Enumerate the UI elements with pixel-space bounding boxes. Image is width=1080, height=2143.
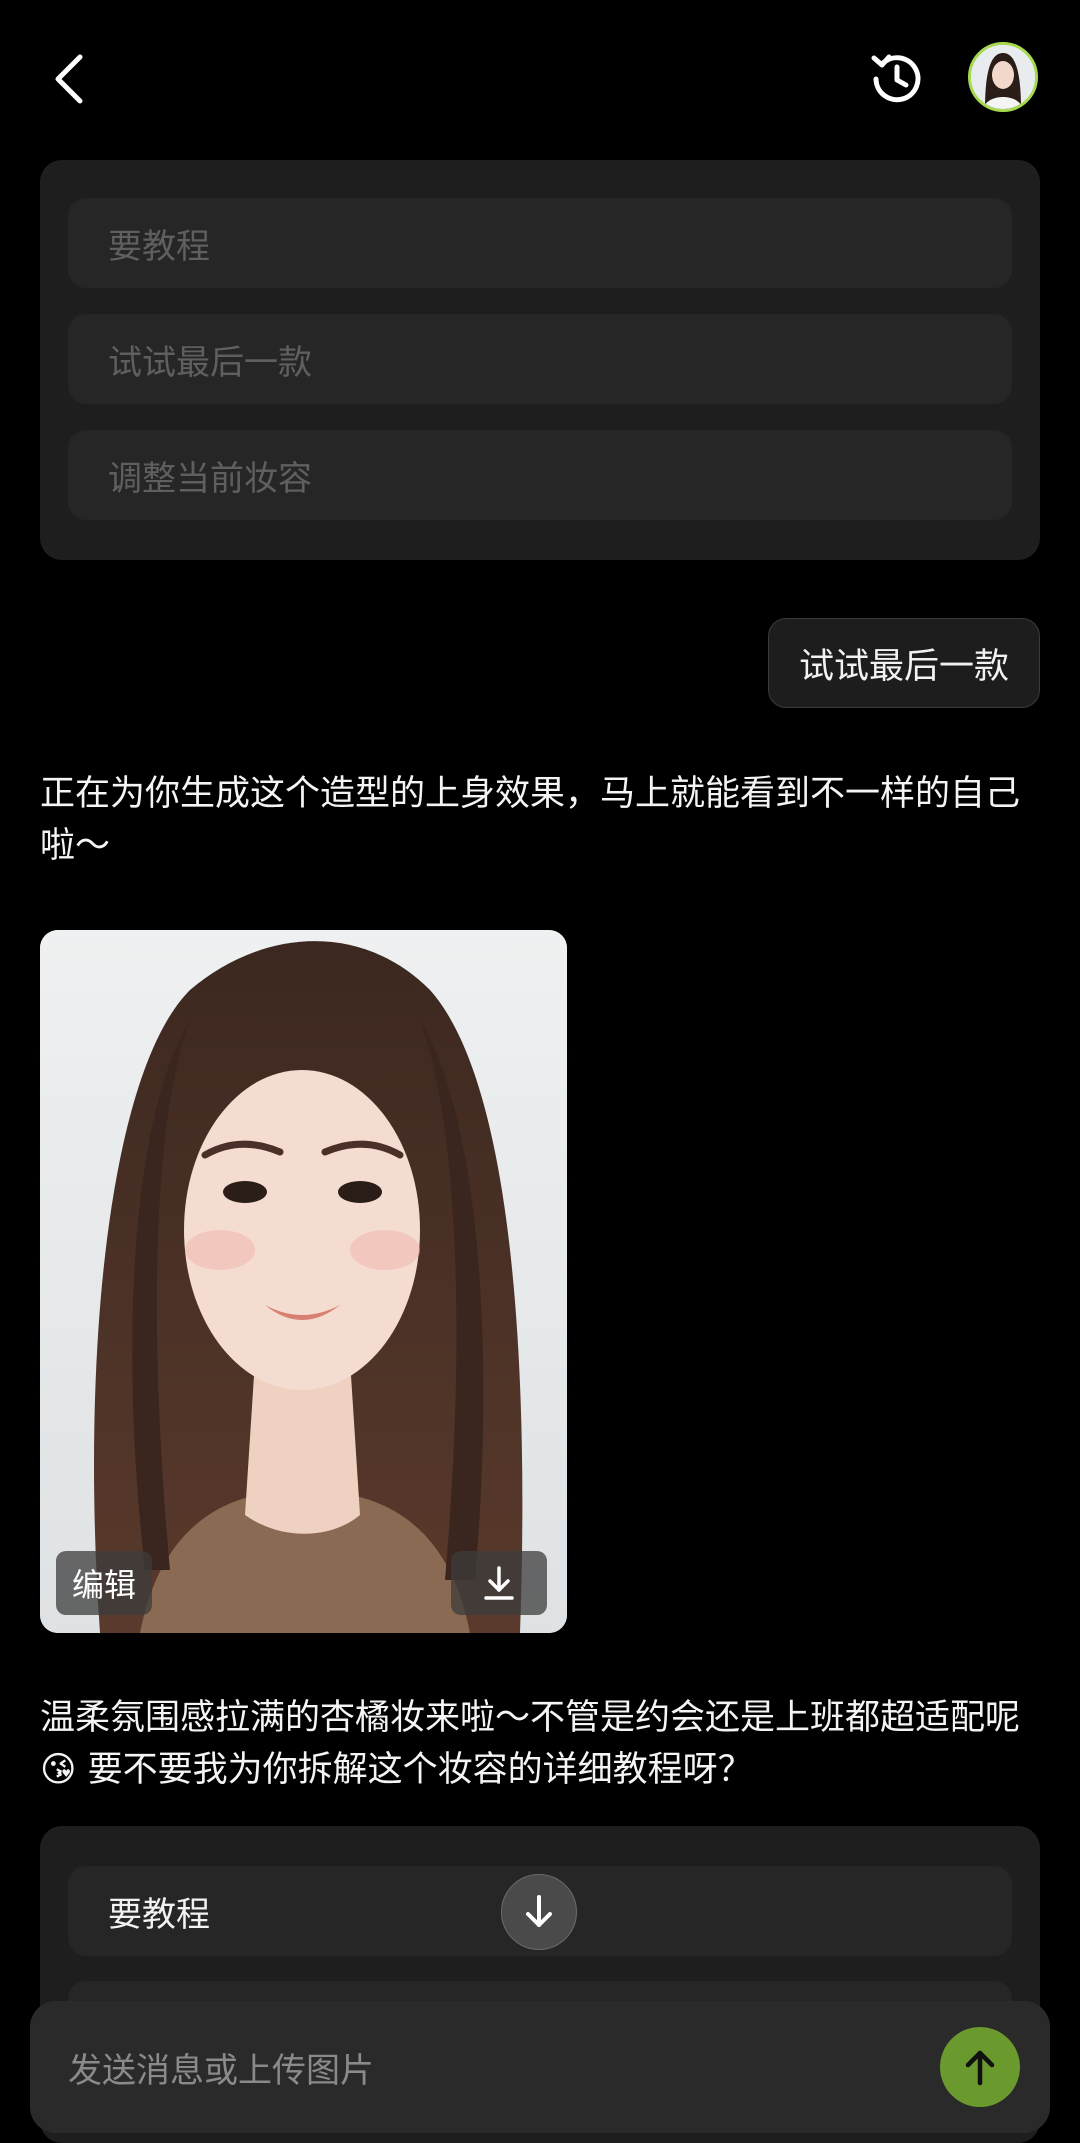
edit-label: 编辑 bbox=[71, 1566, 136, 1604]
avatar-portrait-icon bbox=[971, 45, 1035, 109]
user-avatar[interactable] bbox=[968, 42, 1038, 112]
ai-message-text: 正在为你生成这个造型的上身效果，马上就能看到不一样的自己啦～ bbox=[40, 774, 1021, 866]
user-message-text: 试试最后一款 bbox=[798, 646, 1009, 687]
ai-message-text-part: 要不要我为你拆解这个妆容的详细教程呀？ bbox=[76, 1750, 753, 1790]
chevron-left-icon bbox=[55, 54, 83, 104]
message-input[interactable]: 发送消息或上传图片 bbox=[68, 2001, 868, 2133]
message-composer: 发送消息或上传图片 bbox=[30, 2001, 1050, 2133]
ai-message-text-part: 温柔氛围感拉满的杏橘妆来啦～不管是约会还是上班都超适配呢 bbox=[40, 1698, 1021, 1738]
arrow-down-icon bbox=[526, 1895, 552, 1927]
quick-reply-option[interactable]: 试试最后一款 bbox=[68, 314, 1012, 404]
download-icon bbox=[484, 1566, 514, 1600]
quick-reply-option[interactable]: 调整当前妆容 bbox=[68, 430, 1012, 520]
arrow-up-icon bbox=[965, 2050, 995, 2086]
quick-reply-panel: 要教程 试试最后一款 调整当前妆容 bbox=[40, 160, 1040, 560]
edit-button[interactable]: 编辑 bbox=[56, 1551, 152, 1615]
user-message-bubble: 试试最后一款 bbox=[767, 618, 1040, 708]
scroll-to-bottom-button[interactable] bbox=[501, 1874, 577, 1950]
history-button[interactable] bbox=[862, 44, 932, 114]
portrait-image bbox=[40, 930, 567, 1633]
kiss-emoji-icon: 😘 bbox=[40, 1750, 77, 1790]
download-button[interactable] bbox=[451, 1551, 547, 1615]
generated-makeup-image[interactable]: 编辑 bbox=[40, 930, 567, 1633]
send-button[interactable] bbox=[940, 2027, 1020, 2107]
history-icon bbox=[871, 54, 921, 103]
back-button[interactable] bbox=[40, 44, 100, 114]
ai-message-text: 温柔氛围感拉满的杏橘妆来啦～不管是约会还是上班都超适配呢 😘 要不要我为你拆解这个… bbox=[40, 1692, 1040, 1796]
quick-reply-option[interactable]: 要教程 bbox=[68, 198, 1012, 288]
